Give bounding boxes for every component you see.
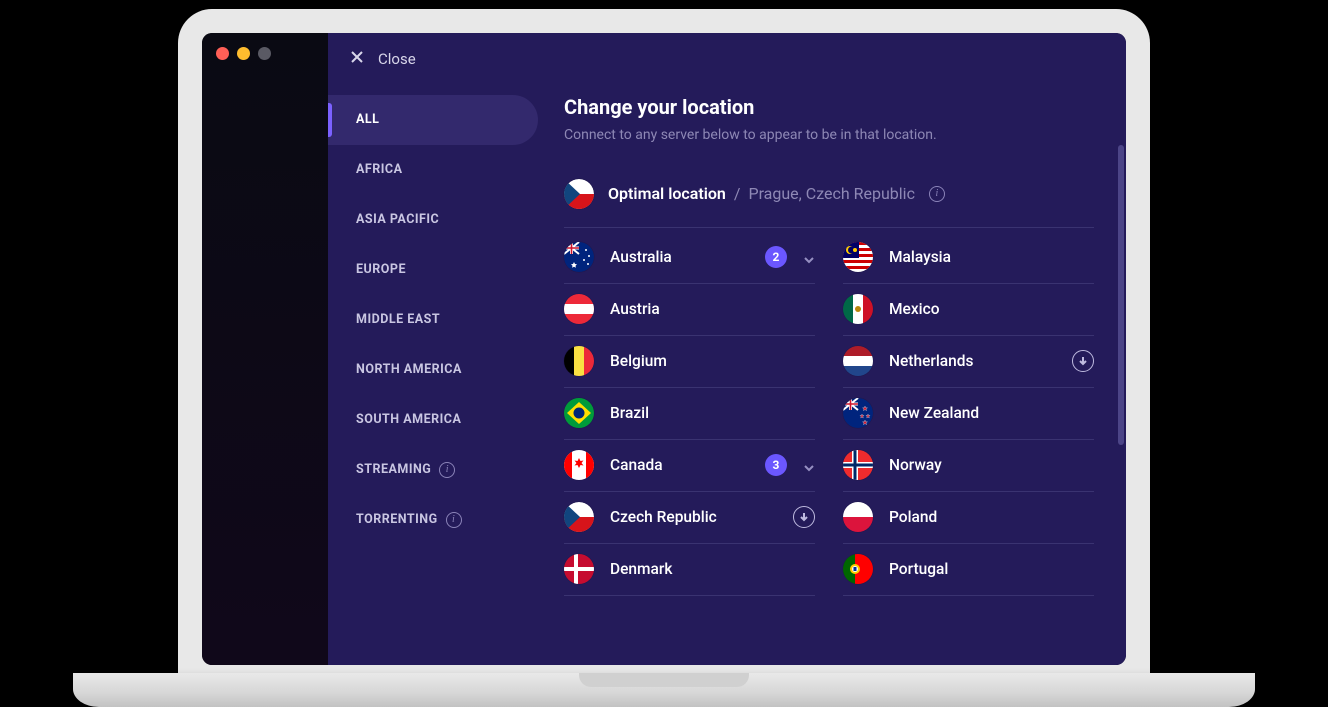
flag-icon <box>843 450 873 480</box>
location-norway[interactable]: Norway <box>843 440 1094 492</box>
flag-icon <box>564 450 594 480</box>
chevron-down-icon <box>803 251 815 263</box>
flag-icon <box>843 554 873 584</box>
flag-icon <box>843 294 873 324</box>
sidebar-item-label: MIDDLE EAST <box>356 312 440 327</box>
sidebar-item-middle-east[interactable]: MIDDLE EAST <box>328 295 538 345</box>
location-name: Portugal <box>889 560 1094 578</box>
location-grid: Australia 2 Malaysia Austria Mexico Belgium Ne… <box>564 232 1094 596</box>
flag-icon <box>564 346 594 376</box>
window-minimize-icon[interactable] <box>237 47 250 60</box>
sidebar-item-streaming[interactable]: STREAMING i <box>328 445 538 495</box>
location-new-zealand[interactable]: New Zealand <box>843 388 1094 440</box>
sidebar-item-label: STREAMING <box>356 462 431 477</box>
location-canada[interactable]: Canada 3 <box>564 440 815 492</box>
flag-icon <box>564 554 594 584</box>
location-malaysia[interactable]: Malaysia <box>843 232 1094 284</box>
sidebar-item-europe[interactable]: EUROPE <box>328 245 538 295</box>
sidebar-item-label: TORRENTING <box>356 512 438 527</box>
location-austria[interactable]: Austria <box>564 284 815 336</box>
chevron-down-icon <box>803 459 815 471</box>
page-title: Change your location <box>564 95 1118 119</box>
sidebar-item-torrenting[interactable]: TORRENTING i <box>328 495 538 545</box>
flag-icon <box>843 502 873 532</box>
location-denmark[interactable]: Denmark <box>564 544 815 596</box>
flag-icon <box>564 294 594 324</box>
info-icon[interactable]: i <box>439 462 455 478</box>
flag-icon <box>564 179 594 209</box>
location-name: Norway <box>889 456 1094 474</box>
scrollbar[interactable] <box>1118 145 1124 445</box>
optimal-label: Optimal location <box>608 184 726 203</box>
sidebar-item-africa[interactable]: AFRICA <box>328 145 538 195</box>
flag-icon <box>564 398 594 428</box>
location-poland[interactable]: Poland <box>843 492 1094 544</box>
location-australia[interactable]: Australia 2 <box>564 232 815 284</box>
laptop-frame: Close ALL AFRICA ASIA PACIFIC EUROPE MIDDLE … <box>178 9 1150 693</box>
location-name: Denmark <box>610 560 815 578</box>
server-count-badge: 3 <box>765 454 787 476</box>
location-name: Australia <box>610 248 749 266</box>
sidebar-item-label: ALL <box>356 112 379 127</box>
window-controls <box>216 47 271 60</box>
location-name: Mexico <box>889 300 1094 318</box>
sidebar-item-label: AFRICA <box>356 162 403 177</box>
info-icon[interactable]: i <box>929 186 945 202</box>
optimal-location-row[interactable]: Optimal location / Prague, Czech Republi… <box>564 179 1094 228</box>
laptop-base <box>73 673 1255 707</box>
sidebar-item-asia-pacific[interactable]: ASIA PACIFIC <box>328 195 538 245</box>
close-label: Close <box>378 50 416 68</box>
separator: / <box>734 184 741 203</box>
location-brazil[interactable]: Brazil <box>564 388 815 440</box>
page-subtitle: Connect to any server below to appear to… <box>564 127 1118 143</box>
server-count-badge: 2 <box>765 246 787 268</box>
location-name: Canada <box>610 456 749 474</box>
location-mexico[interactable]: Mexico <box>843 284 1094 336</box>
left-gutter <box>202 33 328 665</box>
window-maximize-icon[interactable] <box>258 47 271 60</box>
flag-icon <box>564 242 594 272</box>
app-window: Close ALL AFRICA ASIA PACIFIC EUROPE MIDDLE … <box>202 33 1126 665</box>
location-czech-republic[interactable]: Czech Republic <box>564 492 815 544</box>
location-name: Netherlands <box>889 352 1056 370</box>
location-portugal[interactable]: Portugal <box>843 544 1094 596</box>
close-button[interactable]: Close <box>328 33 1126 85</box>
sidebar-item-label: EUROPE <box>356 262 406 277</box>
location-name: Austria <box>610 300 815 318</box>
location-name: Brazil <box>610 404 815 422</box>
download-icon[interactable] <box>793 506 815 528</box>
flag-icon <box>843 398 873 428</box>
sidebar-item-north-america[interactable]: NORTH AMERICA <box>328 345 538 395</box>
content: Change your location Connect to any serv… <box>538 85 1126 665</box>
window-close-icon[interactable] <box>216 47 229 60</box>
info-icon[interactable]: i <box>446 512 462 528</box>
location-netherlands[interactable]: Netherlands <box>843 336 1094 388</box>
sidebar-item-all[interactable]: ALL <box>328 95 538 145</box>
location-belgium[interactable]: Belgium <box>564 336 815 388</box>
location-name: Belgium <box>610 352 815 370</box>
location-name: New Zealand <box>889 404 1094 422</box>
sidebar-item-label: NORTH AMERICA <box>356 362 462 377</box>
sidebar-item-label: SOUTH AMERICA <box>356 412 461 427</box>
flag-icon <box>564 502 594 532</box>
sidebar-item-label: ASIA PACIFIC <box>356 212 439 227</box>
laptop-notch <box>579 673 749 687</box>
location-name: Czech Republic <box>610 508 777 526</box>
location-panel: Close ALL AFRICA ASIA PACIFIC EUROPE MIDDLE … <box>328 33 1126 665</box>
download-icon[interactable] <box>1072 350 1094 372</box>
flag-icon <box>843 242 873 272</box>
location-name: Malaysia <box>889 248 1094 266</box>
sidebar-item-south-america[interactable]: SOUTH AMERICA <box>328 395 538 445</box>
location-name: Poland <box>889 508 1094 526</box>
sidebar: ALL AFRICA ASIA PACIFIC EUROPE MIDDLE EAST NO… <box>328 85 538 665</box>
close-icon <box>350 50 364 68</box>
flag-icon <box>843 346 873 376</box>
optimal-value: Prague, Czech Republic <box>748 184 914 203</box>
